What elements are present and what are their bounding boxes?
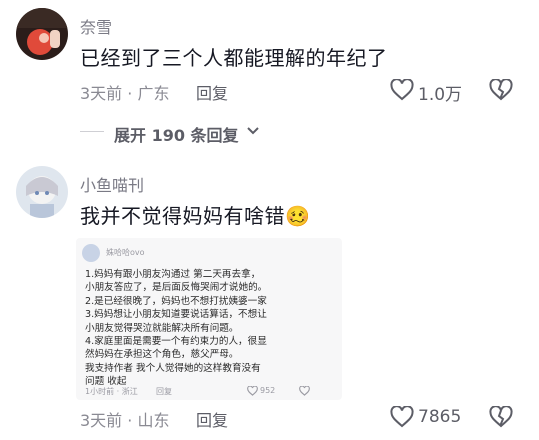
dislike-icon [298, 385, 310, 396]
embedded-line: 3.妈妈想让小朋友知道要说话算话，不想让 [85, 309, 267, 321]
avatar[interactable] [16, 166, 68, 218]
embedded-username: 姝哈哈ovo [106, 248, 145, 257]
comment-meta: 3天前 · 山东 [80, 411, 170, 430]
reply-button[interactable]: 回复 [196, 80, 228, 104]
avatar [82, 244, 100, 262]
embedded-line: 然妈妈在承担这个角色，慈父严母。 [85, 349, 239, 361]
dislike-icon[interactable] [488, 78, 514, 102]
like-count: 7865 [418, 407, 462, 427]
heart-icon [246, 385, 258, 396]
embedded-line: 1.妈妈有跟小朋友沟通过 第二天再去拿， [85, 269, 261, 280]
embedded-like-count: 952 [260, 386, 276, 395]
embedded-comment-text: 1.妈妈有跟小朋友沟通过 第二天再去拿， 小朋友答应了，是后面反悔哭闹才说她的。… [85, 268, 337, 389]
embedded-reply: 回复 [156, 387, 172, 396]
heart-icon[interactable] [389, 405, 415, 429]
username[interactable]: 小鱼喵刊 [80, 172, 144, 196]
heart-icon[interactable] [389, 78, 415, 102]
dislike-icon[interactable] [488, 405, 514, 429]
embedded-line: 我支持作者 我个人觉得她的这样教育没有 [85, 362, 261, 374]
embedded-comment-screenshot[interactable]: 姝哈哈ovo 1.妈妈有跟小朋友沟通过 第二天再去拿， 小朋友答应了，是后面反悔… [76, 238, 342, 400]
chevron-down-icon[interactable] [246, 124, 260, 138]
embedded-line: 小朋友答应了，是后面反悔哭闹才说她的。 [85, 282, 268, 294]
embedded-line: 小朋友觉得哭泣就能解决所有问题。 [85, 322, 239, 334]
embedded-line: 2.是已经很晚了，妈妈也不想打扰姨婆一家 [85, 295, 267, 307]
divider-line [80, 131, 104, 132]
embedded-meta: 1小时前 · 浙江 [85, 387, 138, 396]
like-count: 1.0万 [418, 85, 463, 105]
comment-text-body: 我并不觉得妈妈有啥错 [80, 204, 285, 228]
username[interactable]: 奈雪 [80, 14, 112, 38]
embedded-line: 4.家庭里面是需要一个有约束力的人，很显 [85, 336, 267, 348]
dizzy-face-emoji: 🥴 [285, 204, 311, 228]
comment-text: 我并不觉得妈妈有啥错🥴 [80, 200, 310, 229]
reply-button[interactable]: 回复 [196, 407, 228, 431]
comment-meta: 3天前 · 广东 [80, 84, 170, 103]
comment-text: 已经到了三个人都能理解的年纪了 [80, 46, 388, 70]
avatar[interactable] [16, 8, 68, 60]
expand-replies-label[interactable]: 展开 190 条回复 [114, 122, 239, 146]
